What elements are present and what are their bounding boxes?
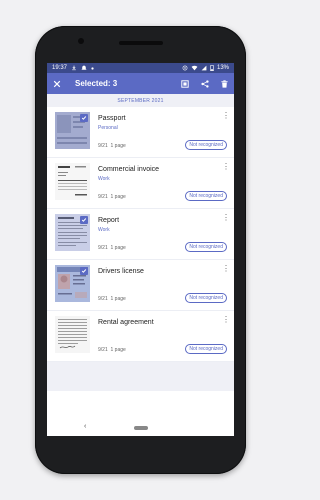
select-all-icon[interactable] <box>181 79 189 88</box>
checkbox-checked-icon[interactable] <box>80 114 88 122</box>
list-item[interactable]: Report Work 9/21 1 page Not recognized ⋮ <box>47 209 234 260</box>
front-camera <box>78 38 84 44</box>
more-options-icon[interactable]: ⋮ <box>222 112 230 120</box>
document-category: Work <box>98 176 110 182</box>
screen: 19:37 13% Selected: 3 SEPTEMBER 2021 Pas… <box>47 63 234 436</box>
document-pages: 1 page <box>110 347 126 353</box>
download-icon <box>71 65 77 71</box>
document-list-section: SEPTEMBER 2021 Passport Personal 9/21 1 … <box>47 94 234 391</box>
battery-level: 13% <box>216 65 229 71</box>
more-options-icon[interactable]: ⋮ <box>222 214 230 222</box>
more-options-icon[interactable]: ⋮ <box>222 163 230 171</box>
document-title: Passport <box>98 115 126 122</box>
document-thumbnail <box>55 112 90 149</box>
document-date: 9/21 <box>98 194 108 200</box>
document-title: Drivers license <box>98 268 144 275</box>
system-nav-bar: ‹ <box>47 420 234 436</box>
document-title: Rental agreement <box>98 319 154 326</box>
share-icon[interactable] <box>201 79 209 88</box>
selection-toolbar: Selected: 3 <box>47 73 234 94</box>
phone-frame: 19:37 13% Selected: 3 SEPTEMBER 2021 Pas… <box>35 26 246 474</box>
battery-icon <box>210 65 214 71</box>
vibrate-icon <box>182 65 188 71</box>
document-thumbnail <box>55 316 90 353</box>
status-badge[interactable]: Not recognized <box>185 344 227 354</box>
notification-bell-icon <box>81 65 87 71</box>
wifi-icon <box>191 65 198 71</box>
status-badge[interactable]: Not recognized <box>185 140 227 150</box>
document-meta: 9/21 1 page <box>98 143 126 149</box>
dot-icon <box>91 66 94 70</box>
document-meta: 9/21 1 page <box>98 347 126 353</box>
checkbox-checked-icon[interactable] <box>80 267 88 275</box>
document-thumbnail <box>55 163 90 200</box>
month-header: SEPTEMBER 2021 <box>117 98 164 104</box>
document-date: 9/21 <box>98 143 108 149</box>
document-category: Work <box>98 227 110 233</box>
signal-icon <box>201 65 207 71</box>
document-pages: 1 page <box>110 194 126 200</box>
list-item[interactable]: Passport Personal 9/21 1 page Not recogn… <box>47 107 234 158</box>
list-item[interactable]: Commercial invoice Work 9/21 1 page Not … <box>47 158 234 209</box>
status-badge[interactable]: Not recognized <box>185 242 227 252</box>
document-thumbnail <box>55 265 90 302</box>
status-left: 19:37 <box>52 65 94 71</box>
delete-icon[interactable] <box>221 79 228 88</box>
status-bar: 19:37 13% <box>47 63 234 73</box>
more-options-icon[interactable]: ⋮ <box>222 265 230 273</box>
document-title: Report <box>98 217 120 224</box>
document-meta: 9/21 1 page <box>98 296 126 302</box>
selected-count-title: Selected: 3 <box>75 79 118 88</box>
document-date: 9/21 <box>98 347 108 353</box>
document-list: Passport Personal 9/21 1 page Not recogn… <box>47 107 234 362</box>
list-item[interactable]: Rental agreement 9/21 1 page Not recogni… <box>47 311 234 362</box>
document-pages: 1 page <box>110 143 126 149</box>
earpiece-speaker <box>119 41 163 45</box>
document-pages: 1 page <box>110 245 126 251</box>
home-pill[interactable] <box>133 426 148 430</box>
document-meta: 9/21 1 page <box>98 245 126 251</box>
status-time: 19:37 <box>52 65 68 71</box>
document-thumbnail <box>55 214 90 251</box>
toolbar-actions <box>181 79 228 88</box>
more-options-icon[interactable]: ⋮ <box>222 316 230 324</box>
status-badge[interactable]: Not recognized <box>185 293 227 303</box>
list-item[interactable]: Drivers license 9/21 1 page Not recogniz… <box>47 260 234 311</box>
back-icon[interactable]: ‹ <box>84 423 86 430</box>
document-date: 9/21 <box>98 296 108 302</box>
status-badge[interactable]: Not recognized <box>185 191 227 201</box>
checkbox-checked-icon[interactable] <box>80 216 88 224</box>
document-category: Personal <box>98 125 118 131</box>
status-right: 13% <box>182 65 229 71</box>
document-pages: 1 page <box>110 296 126 302</box>
document-title: Commercial invoice <box>98 166 160 173</box>
document-meta: 9/21 1 page <box>98 194 126 200</box>
document-date: 9/21 <box>98 245 108 251</box>
close-icon[interactable] <box>53 80 61 88</box>
